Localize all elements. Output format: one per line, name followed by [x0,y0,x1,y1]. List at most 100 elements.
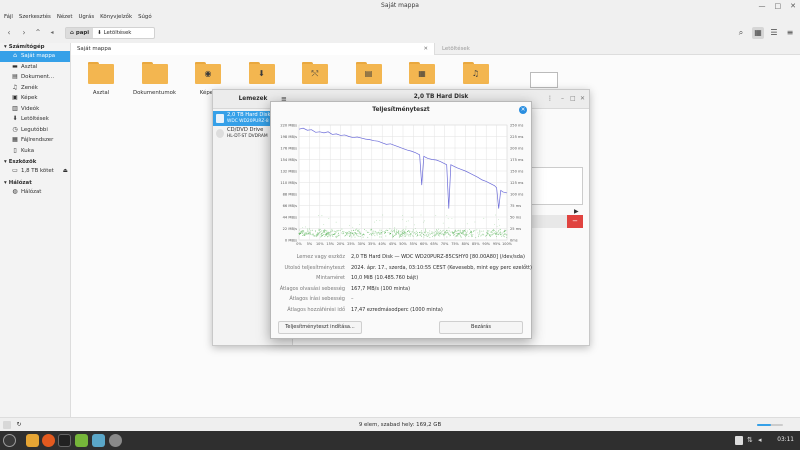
access-time-point [339,230,341,232]
volume-icon[interactable]: ◂ [758,436,766,445]
access-time-point [455,232,457,234]
sidebar-item[interactable]: ▣ Képek [0,93,70,104]
sidebar-computer-list: ⌂ Saját mappa ▬ Asztal ▤ Dokument... ♫ Zenék ▣ Ké… [0,51,70,156]
access-time-point [436,234,437,236]
sidebar-item[interactable]: ▯ Kuka [0,146,70,157]
access-time-point [395,230,397,232]
sidebar-item[interactable]: ▦ Fájlrendszer [0,135,70,146]
access-time-point [449,235,451,237]
minimize-icon[interactable]: – [561,95,564,102]
sidebar-header-computer[interactable]: ▾ Számítógép [0,43,70,51]
access-time-point [409,234,411,236]
access-time-point [470,230,472,232]
files-icon[interactable] [26,434,39,447]
minimize-icon[interactable]: — [759,2,766,10]
access-time-point [358,233,360,235]
x-tick-label: 10% [316,242,324,246]
access-time-point [382,214,384,216]
menu-item[interactable]: Nézet [57,12,73,23]
access-time-point [407,231,408,233]
folder-icon: ◉ [195,62,221,84]
access-time-point [387,232,389,234]
forward-icon[interactable]: › [19,27,29,39]
file-thumbnail[interactable] [530,72,558,88]
file-item[interactable]: ♫ [451,62,501,90]
access-time-point [465,232,467,234]
file-item[interactable]: ⬇ [237,62,287,90]
close-icon[interactable]: ✕ [790,2,796,10]
eject-icon[interactable]: ⏏ [63,166,68,177]
tab-home[interactable]: Saját mappa ✕ [71,43,435,55]
menu-item[interactable]: Szerkesztés [19,12,51,23]
sidebar-item[interactable]: ♫ Zenék [0,83,70,94]
maximize-icon[interactable]: □ [570,95,576,102]
access-time-point [452,232,454,234]
firefox-icon[interactable] [42,434,55,447]
access-time-point [337,234,339,236]
software-manager-icon[interactable] [75,434,88,447]
search-icon[interactable]: ⌕ [735,27,747,39]
sidebar-header-network[interactable]: ▾ Hálózat [0,179,70,187]
remove-partition-button[interactable]: − [567,215,583,228]
access-time-point [443,233,445,235]
sidebar-item[interactable]: ▭ 1,8 TB kötet ⏏ [0,166,70,177]
close-button[interactable]: Bezárás [439,321,523,334]
access-time-point [348,225,350,226]
up-icon[interactable]: ⌃ [33,27,43,39]
start-benchmark-button[interactable]: Teljesítményteszt indítása... [278,321,362,334]
sidebar-item[interactable]: ▬ Asztal [0,62,70,73]
clock[interactable]: 03:11 [777,431,794,450]
shield-icon[interactable] [735,436,743,445]
start-menu-icon[interactable] [3,434,16,447]
file-item[interactable]: Asztal [76,62,126,96]
access-time-point [371,234,373,236]
maximize-icon[interactable]: □ [775,2,782,10]
update-manager-icon[interactable] [92,434,105,447]
breadcrumb-home[interactable]: ⌂ papi [66,28,94,38]
sidebar-item[interactable]: ◷ Legutóbbi [0,125,70,136]
tab-downloads[interactable]: Letöltések [436,43,800,55]
close-icon[interactable]: ✕ [580,95,585,102]
access-time-point [307,233,309,235]
sidebar-item[interactable]: ⬇ Letöltések [0,114,70,125]
info-row: Átlagos olvasási sebesség 167,7 MB/s (100… [271,284,531,295]
menu-item[interactable]: Fájl [4,12,13,23]
sidebar-item[interactable]: ⌂ Saját mappa [0,51,70,62]
access-time-point [355,229,357,231]
toggle-location-icon[interactable]: ◂ [47,27,57,39]
close-icon[interactable]: ✕ [519,106,527,114]
access-time-point [452,231,454,233]
icon-view-icon[interactable]: ▦ [752,27,764,39]
menu-item[interactable]: Könyvjelzők [100,12,132,23]
access-time-point [341,232,343,234]
access-time-point [343,231,345,232]
sidebar-item[interactable]: ◍ Hálózat [0,187,70,198]
terminal-icon[interactable] [58,434,71,447]
disks-icon[interactable] [109,434,122,447]
zoom-slider[interactable] [757,424,783,426]
file-item[interactable]: ▤ [344,62,394,90]
back-icon[interactable]: ‹ [4,27,14,39]
breadcrumb-downloads[interactable]: ⬇ Letöltések [93,28,135,38]
access-time-point [436,228,437,230]
file-item[interactable]: ▦ [397,62,447,90]
network-icon[interactable]: ⇅ [747,436,755,445]
sidebar-item[interactable]: ▥ Videók [0,104,70,115]
menu-item[interactable]: Ugrás [78,12,94,23]
compact-view-icon[interactable]: ≡ [784,27,796,39]
file-item[interactable]: ⤲ [290,62,340,90]
play-icon[interactable]: ▶ [574,208,579,215]
access-time-point [494,232,495,234]
close-icon[interactable]: ✕ [423,43,428,55]
menu-item[interactable]: Súgó [138,12,152,23]
access-time-point [419,234,421,236]
list-view-icon[interactable]: ☰ [768,27,780,39]
access-time-point [311,234,313,236]
more-icon[interactable]: ⋮ [547,95,553,102]
sidebar-item[interactable]: ▤ Dokument... [0,72,70,83]
access-time-point [435,234,437,236]
sidebar-header-devices[interactable]: ▾ Eszközök [0,158,70,166]
access-time-point [390,233,391,234]
file-item[interactable]: Dokumentumok [130,62,180,96]
access-time-point [489,234,491,236]
